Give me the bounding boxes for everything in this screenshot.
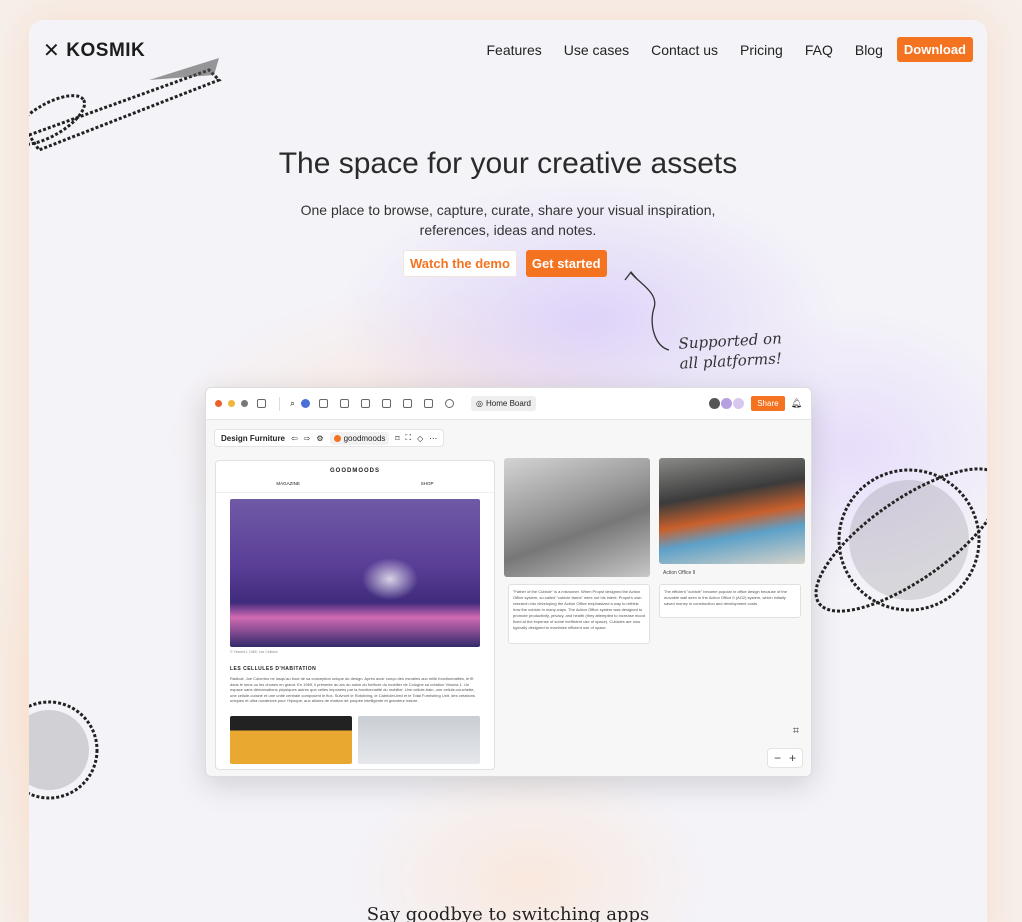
nav-pricing[interactable]: Pricing	[740, 42, 783, 58]
share-button[interactable]: Share	[751, 396, 785, 411]
annotation-line-2: all platforms!	[679, 349, 783, 373]
article-thumbnails	[230, 715, 480, 764]
zoom-controls: − +	[766, 748, 803, 768]
photo-caption: Action Office II	[663, 570, 696, 576]
nav-contact-us[interactable]: Contact us	[651, 42, 718, 58]
hero-title: The space for your creative assets	[278, 147, 738, 180]
forward-icon[interactable]: ⇨	[304, 434, 311, 443]
thumbnail-image	[230, 715, 352, 764]
tag-icon[interactable]: ◇	[417, 434, 423, 443]
kosmik-x-icon: ✕	[43, 40, 61, 62]
home-board-label: Home Board	[486, 399, 531, 408]
hero-subtitle: One place to browse, capture, curate, sh…	[300, 202, 716, 238]
zoom-in-button[interactable]: +	[789, 751, 796, 765]
brand-name: KOSMIK	[66, 39, 146, 61]
thumbnail-image	[358, 715, 480, 764]
color-icon	[301, 399, 311, 408]
get-started-button[interactable]: Get started	[525, 250, 607, 277]
bell-icon: 🔔︎	[790, 398, 802, 408]
app-screenshot: ⌕ ◎ Home Board Share 🔔︎ Design Furniture…	[205, 387, 812, 777]
comment-icon	[445, 399, 455, 408]
tab-label: goodmoods	[343, 433, 386, 443]
article-paragraph: Radical, Joe Colombo ne lusqu'au bout de…	[230, 676, 475, 703]
site-favicon-icon	[333, 434, 341, 442]
sidebar-icon	[257, 399, 266, 408]
settings-icon[interactable]: ⚙	[316, 434, 323, 443]
interior-photo	[230, 499, 480, 647]
expand-icon[interactable]: ⛶	[406, 433, 412, 443]
curved-arrow-icon	[624, 270, 670, 351]
hero-buttons: Watch the demo Get started	[403, 250, 607, 277]
note-card[interactable]: "Father of the Cubicle" is a misnomer. W…	[508, 584, 650, 644]
fit-view-icon[interactable]: ⌗	[793, 725, 799, 738]
web-page-card[interactable]: GOODMOODS MAGAZINE SHOP © Vincent L 1969…	[215, 460, 495, 770]
avatar	[732, 397, 746, 410]
office-photo-color[interactable]	[659, 458, 805, 564]
platform-annotation: Supported on all platforms!	[678, 328, 783, 373]
text-icon	[319, 399, 329, 408]
article-heading: LES CELLULES D'HABITATION	[230, 666, 317, 672]
note-icon	[340, 399, 350, 408]
zoom-out-button[interactable]: −	[774, 751, 781, 765]
site-nav: MAGAZINE SHOP	[216, 478, 494, 493]
section-title: Say goodbye to switching apps	[366, 904, 650, 922]
more-icon[interactable]: ⋯	[429, 434, 437, 443]
watch-demo-button[interactable]: Watch the demo	[403, 250, 517, 277]
board-name: Design Furniture	[221, 433, 286, 443]
moon-illustration	[29, 700, 99, 800]
nav-use-cases[interactable]: Use cases	[564, 42, 629, 58]
window-max-dot	[241, 400, 248, 407]
home-board-chip[interactable]: ◎ Home Board	[471, 396, 536, 411]
globe-icon: ◎	[476, 399, 484, 408]
saturn-illustration	[814, 467, 987, 613]
screen-icon	[403, 399, 413, 408]
browser-tab[interactable]: goodmoods	[329, 431, 390, 445]
window-close-dot	[215, 400, 222, 407]
folder-icon	[361, 399, 371, 408]
nav-features[interactable]: Features	[487, 42, 542, 58]
book-icon	[382, 399, 392, 408]
back-icon[interactable]: ⇦	[291, 434, 298, 443]
site-nav-magazine[interactable]: MAGAZINE	[276, 481, 300, 486]
window-icon	[424, 399, 434, 408]
office-photo-bw[interactable]	[504, 458, 650, 577]
nav-faq[interactable]: FAQ	[805, 42, 833, 58]
search-icon: ⌕	[290, 398, 296, 408]
note-card[interactable]: The efficient "cubicle" became popular i…	[659, 584, 801, 618]
site-name: GOODMOODS	[329, 468, 380, 474]
bookmark-icon[interactable]: ⌑	[395, 434, 399, 443]
board-toolbar: Design Furniture ⇦ ⇨ ⚙ goodmoods ⌑ ⛶ ◇ ⋯	[214, 429, 445, 447]
download-button[interactable]: Download	[896, 37, 973, 62]
image-credit: © Vincent L 1969. Les Cellules	[230, 650, 278, 654]
logo[interactable]: ✕ KOSMIK	[43, 38, 145, 63]
nav-blog[interactable]: Blog	[855, 42, 883, 58]
toolbar-divider	[279, 396, 280, 411]
window-min-dot	[228, 400, 235, 407]
top-nav: Features Use cases Contact us Pricing FA…	[487, 37, 973, 62]
app-toolbar: ⌕ ◎ Home Board Share 🔔︎	[206, 388, 811, 420]
site-nav-shop[interactable]: SHOP	[421, 481, 434, 486]
browser-frame: ✕ KOSMIK Features Use cases Contact us P…	[29, 20, 987, 922]
